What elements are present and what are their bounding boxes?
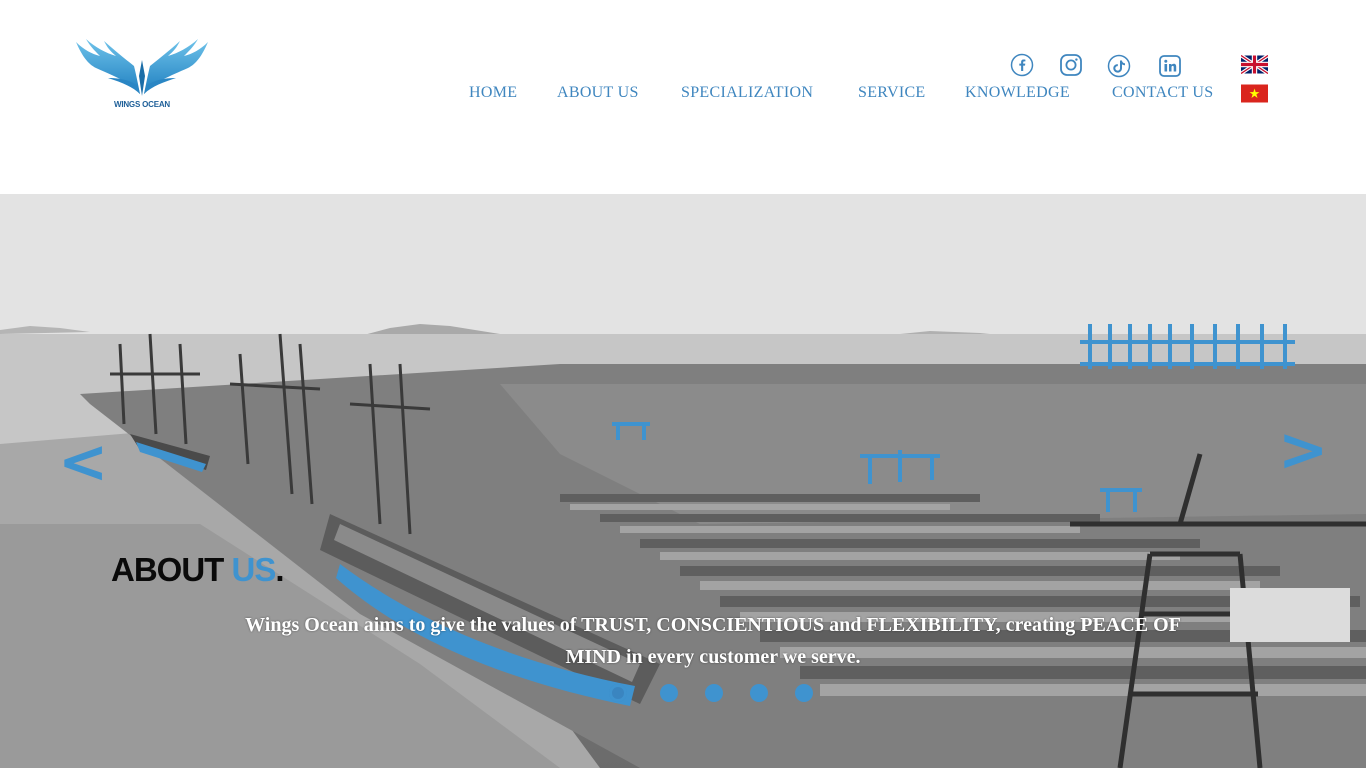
hero-title-accent: US <box>231 551 277 588</box>
slider-dot-3[interactable] <box>705 684 723 702</box>
hero-slider: < > ABOUT US. Wings Ocean aims to give t… <box>0 194 1366 768</box>
slider-dot-5[interactable] <box>795 684 813 702</box>
nav-contact-us[interactable]: CONTACT US <box>1112 84 1213 102</box>
tiktok-icon[interactable] <box>1107 54 1131 78</box>
hero-title-main: ABOUT <box>111 551 232 588</box>
slider-pagination <box>0 684 1366 704</box>
nav-knowledge[interactable]: KNOWLEDGE <box>965 84 1070 102</box>
nav-specialization[interactable]: SPECIALIZATION <box>681 84 813 102</box>
slider-dot-1[interactable] <box>609 684 627 702</box>
main-nav: HOME ABOUT US SPECIALIZATION SERVICE KNO… <box>0 84 1366 108</box>
site-header: WINGS OCEAN HOME ABOUT US SPECIALIZATION… <box>0 0 1366 194</box>
slider-next-arrow[interactable]: > <box>1278 420 1328 480</box>
hero-description: Wings Ocean aims to give the values of T… <box>245 614 1181 668</box>
port-background-image <box>0 194 1366 768</box>
slider-dot-2[interactable] <box>660 684 678 702</box>
nav-home[interactable]: HOME <box>469 84 517 102</box>
slider-prev-arrow[interactable]: < <box>58 432 108 492</box>
vietnam-flag-icon[interactable] <box>1241 84 1268 103</box>
nav-about-us[interactable]: ABOUT US <box>557 84 639 102</box>
hero-title: ABOUT US. <box>111 551 285 589</box>
facebook-icon[interactable] <box>1010 53 1034 77</box>
english-flag-icon[interactable] <box>1241 55 1268 74</box>
instagram-icon[interactable] <box>1059 53 1083 77</box>
linkedin-icon[interactable] <box>1158 54 1182 78</box>
slider-dot-4[interactable] <box>750 684 768 702</box>
nav-service[interactable]: SERVICE <box>858 84 926 102</box>
hero-title-dot: . <box>275 551 284 588</box>
